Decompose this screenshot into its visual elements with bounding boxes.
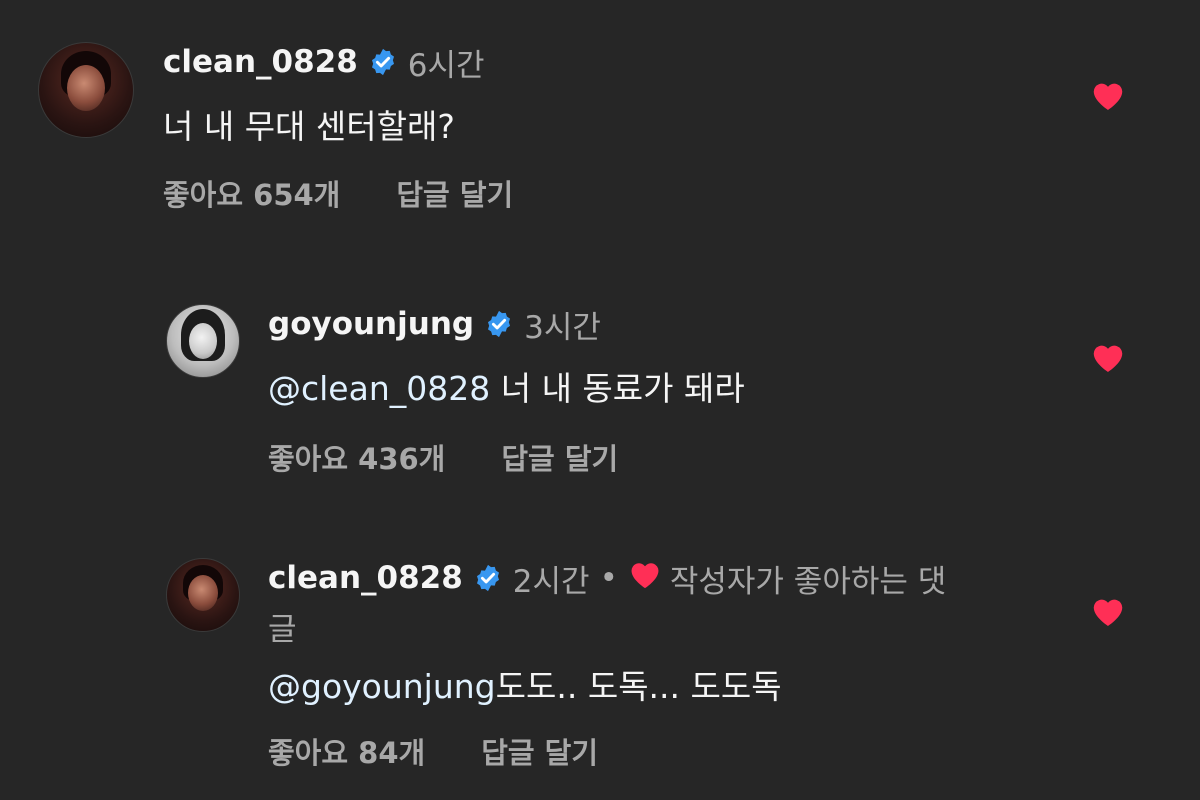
comment-item: clean_0828 6시간 너 내 무대 센터할래? 좋아요 654개 답글 …	[0, 0, 1200, 250]
timestamp: 6시간	[407, 47, 485, 84]
avatar[interactable]	[166, 558, 240, 632]
comment-text-content: 너 내 동료가 돼라	[490, 369, 745, 408]
verified-badge-icon	[368, 47, 398, 77]
verified-badge-icon	[484, 309, 514, 339]
verified-badge-icon	[473, 563, 503, 593]
author-liked-label-wrap: 글	[268, 612, 297, 648]
comment-text-content: 너 내 무대 센터할래?	[163, 107, 455, 146]
like-heart-icon[interactable]	[1090, 78, 1126, 116]
username[interactable]: clean_0828	[163, 44, 358, 80]
comment-text-content: 도도.. 도독... 도도독	[495, 667, 782, 706]
username[interactable]: clean_0828	[268, 560, 463, 596]
reply-item: goyounjung 3시간 @clean_0828 너 내 동료가 돼라 좋아…	[0, 250, 1200, 520]
likes-count[interactable]: 좋아요 654개	[163, 172, 340, 214]
author-liked-label: 작성자가 좋아하는 댓	[669, 563, 947, 600]
likes-count[interactable]: 좋아요 436개	[268, 436, 445, 478]
reply-button[interactable]: 답글 달기	[396, 172, 513, 214]
like-heart-icon[interactable]	[1090, 594, 1126, 632]
comment-meta: 좋아요 84개 답글 달기	[268, 730, 598, 772]
author-liked-badge: 작성자가 좋아하는 댓	[628, 556, 946, 601]
timestamp: 2시간	[512, 563, 590, 600]
likes-count[interactable]: 좋아요 84개	[268, 730, 425, 772]
mention-link[interactable]: @clean_0828	[268, 369, 490, 408]
reply-button[interactable]: 답글 달기	[501, 436, 618, 478]
separator-dot: •	[599, 560, 618, 596]
avatar[interactable]	[38, 42, 134, 138]
comment-meta: 좋아요 436개 답글 달기	[268, 436, 618, 478]
reply-button[interactable]: 답글 달기	[481, 730, 598, 772]
reply-item: clean_0828 2시간 • 작성자가 좋아하는 댓 글 @goyounju…	[0, 520, 1200, 800]
author-liked-heart-icon	[628, 558, 662, 598]
comment-text: @clean_0828 너 내 동료가 돼라	[268, 362, 745, 410]
avatar[interactable]	[166, 304, 240, 378]
comment-text: 너 내 무대 센터할래?	[163, 100, 455, 148]
mention-link[interactable]: @goyounjung	[268, 667, 496, 706]
comment-meta: 좋아요 654개 답글 달기	[163, 172, 513, 214]
timestamp: 3시간	[524, 309, 601, 346]
like-heart-icon[interactable]	[1090, 340, 1126, 378]
comment-text: @goyounjung도도.. 도독... 도도독	[268, 660, 782, 708]
username[interactable]: goyounjung	[268, 306, 474, 342]
